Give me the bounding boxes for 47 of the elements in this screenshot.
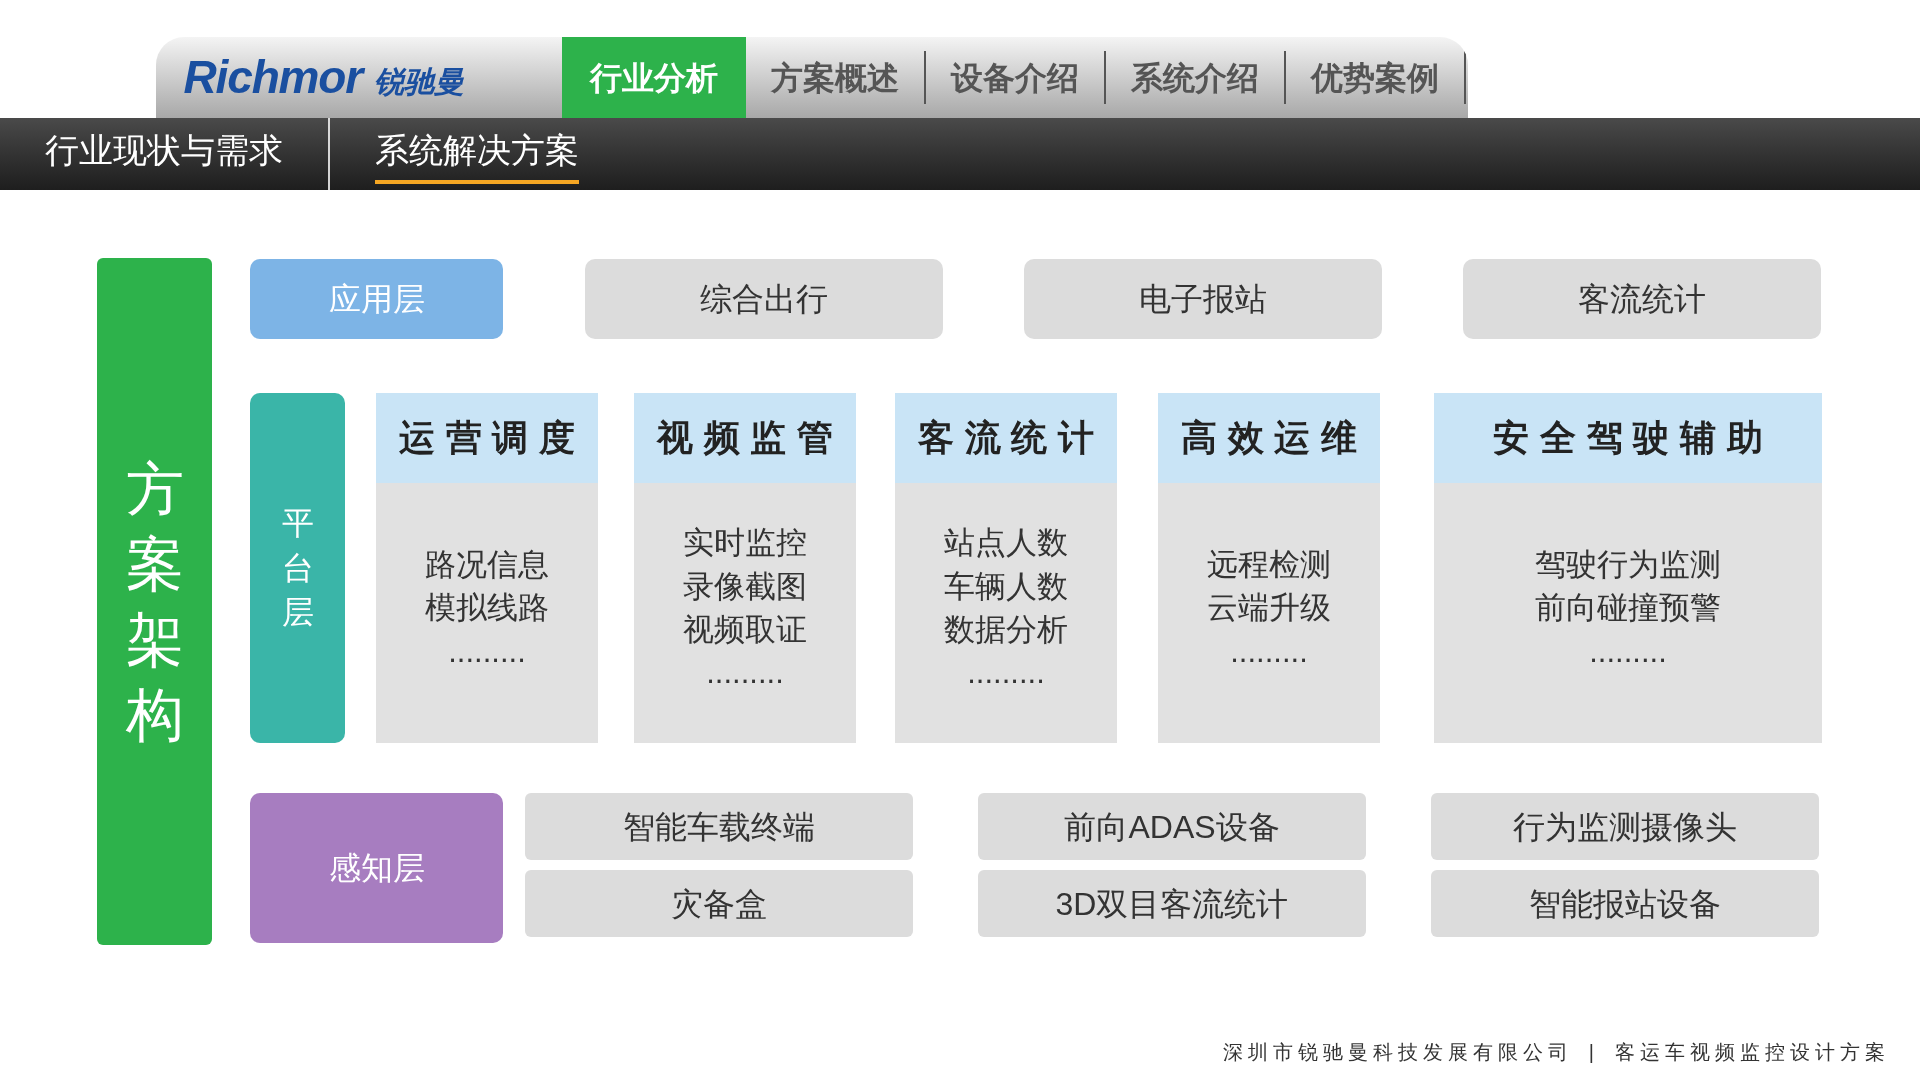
device-item: 前向ADAS设备 bbox=[978, 793, 1366, 860]
module-title: 视频监管 bbox=[634, 393, 856, 483]
device-item: 灾备盒 bbox=[525, 870, 913, 937]
architecture-title: 方案架构 bbox=[125, 454, 184, 749]
nav-tab[interactable]: 系统介绍 bbox=[1105, 51, 1286, 104]
nav-tab[interactable]: 方案概述 bbox=[745, 51, 926, 104]
module-text: 路况信息 bbox=[425, 545, 549, 584]
logo-text: Richmor bbox=[183, 50, 363, 105]
logo-text-chinese: 锐驰曼 bbox=[374, 64, 465, 100]
module-title: 安全驾驶辅助 bbox=[1434, 393, 1822, 483]
module-text: 录像截图 bbox=[683, 567, 807, 606]
layer-label: 应用层 bbox=[250, 259, 503, 339]
device-item: 3D双目客流统计 bbox=[978, 870, 1366, 937]
module-text: 视频取证 bbox=[683, 611, 807, 649]
module-title: 高效运维 bbox=[1158, 393, 1380, 483]
footer-separator: | bbox=[1588, 1040, 1599, 1065]
layer-label-text: 平台层 bbox=[281, 503, 314, 633]
module-text: 前向碰撞预警 bbox=[1535, 589, 1721, 628]
nav-tab[interactable]: 优势案例 bbox=[1285, 51, 1466, 104]
device-item: 智能报站设备 bbox=[1431, 870, 1819, 937]
device-item: 行为监测摄像头 bbox=[1431, 793, 1819, 860]
module-text: 车辆人数 bbox=[944, 567, 1068, 606]
module-text: 远程检测 bbox=[1207, 545, 1331, 584]
application-item: 客流统计 bbox=[1463, 259, 1821, 339]
module-text: 数据分析 bbox=[944, 611, 1068, 649]
module-text: ......... bbox=[1589, 632, 1667, 671]
subnav-tab[interactable]: 行业现状与需求 bbox=[45, 124, 283, 184]
module-text: 站点人数 bbox=[944, 524, 1068, 563]
module-text: ......... bbox=[967, 654, 1045, 693]
module-title: 运营调度 bbox=[376, 393, 598, 483]
module-text: ......... bbox=[1230, 632, 1308, 671]
nav-tab[interactable]: 设备介绍 bbox=[925, 51, 1106, 104]
module-text: 实时监控 bbox=[683, 524, 807, 563]
footer-document-title: 客运车视频监控设计方案 bbox=[1615, 1040, 1890, 1065]
module-text: 模拟线路 bbox=[425, 589, 549, 628]
nav-tab[interactable]: 行业分析 bbox=[561, 37, 746, 118]
footer-company: 深圳市锐驰曼科技发展有限公司 bbox=[1222, 1040, 1573, 1065]
module-text: 驾驶行为监测 bbox=[1535, 545, 1721, 584]
module-text: 云端升级 bbox=[1207, 589, 1331, 628]
application-item: 综合出行 bbox=[585, 259, 943, 339]
module-text: ......... bbox=[706, 654, 784, 693]
application-item: 电子报站 bbox=[1024, 259, 1382, 339]
layer-label: 感知层 bbox=[250, 793, 503, 943]
subnav-tab[interactable]: 系统解决方案 bbox=[375, 124, 579, 184]
device-item: 智能车载终端 bbox=[525, 793, 913, 860]
module-title: 客流统计 bbox=[895, 393, 1117, 483]
module-text: ......... bbox=[448, 632, 526, 671]
